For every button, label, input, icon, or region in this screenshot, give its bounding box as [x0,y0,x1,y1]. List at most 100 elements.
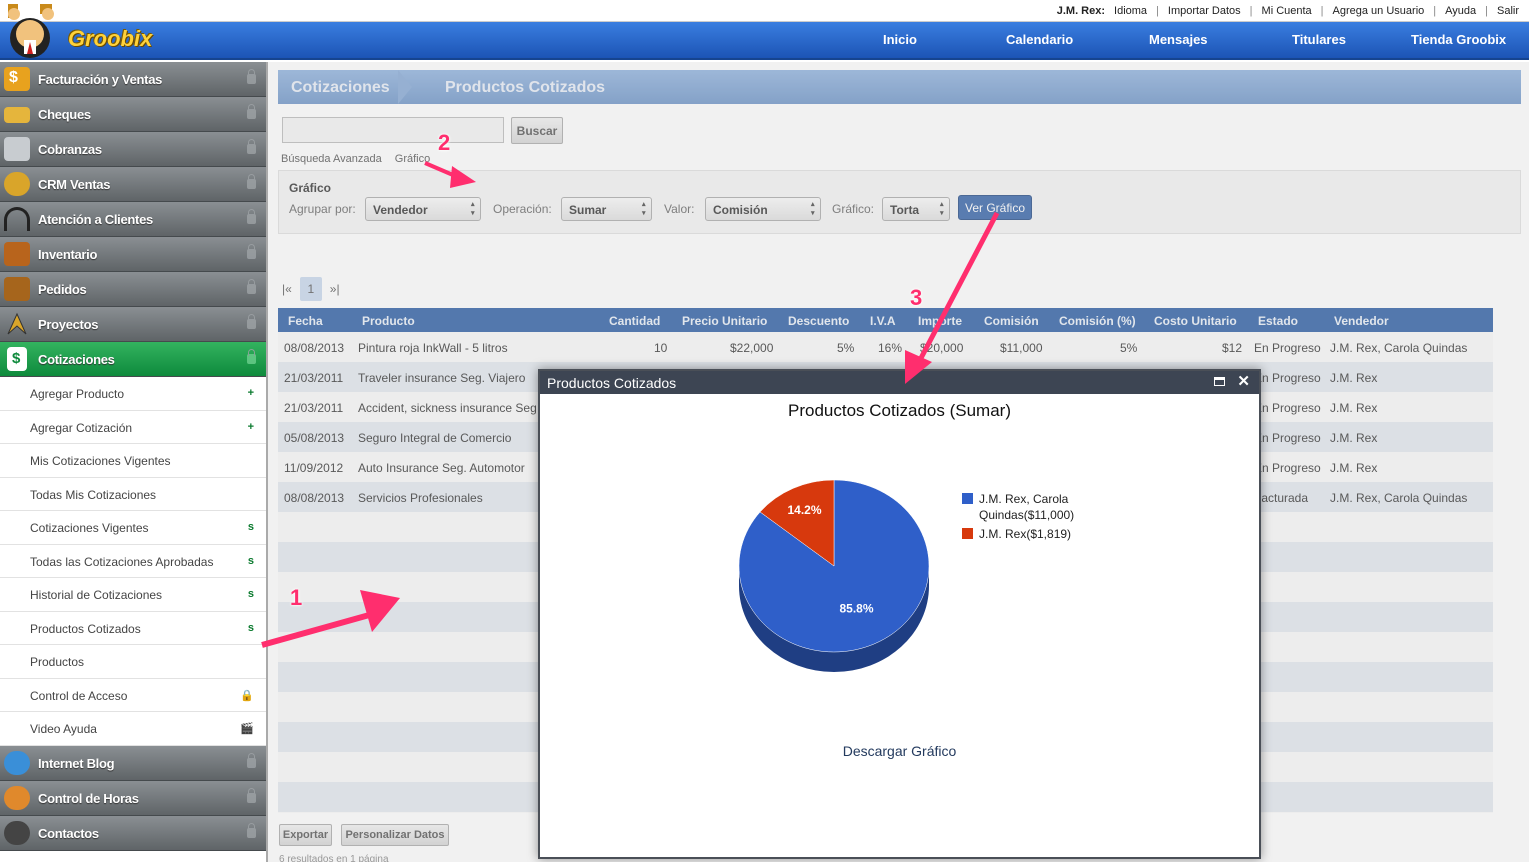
top-links: J.M. Rex: Idioma | Importar Datos | Mi Cue… [1057,5,1519,17]
money-icon: $ [4,67,30,91]
sidebar-item-cotizaciones-aprobadas[interactable]: Todas las Cotizaciones Aprobadas s [0,545,266,578]
annotation-label-3: 3 [910,285,923,310]
sidebar-section-label: Cotizaciones [38,352,115,367]
sidebar-item-video-ayuda[interactable]: Video Ayuda 🎬 [0,712,266,746]
sidebar-item-agregar-producto[interactable]: Agregar Producto + [0,377,266,411]
globe-icon [4,750,30,775]
maximize-icon[interactable] [1214,377,1225,386]
separator: | [1320,5,1324,17]
nav-tienda[interactable]: Tienda Groobix [1411,32,1506,47]
lock-icon [247,244,256,259]
annotation-label-2: 2 [438,130,451,155]
top-link-ayuda[interactable]: Ayuda [1445,5,1476,17]
supervisor-mark: s [247,588,254,600]
sidebar-item-label: Todas las Cotizaciones Aprobadas [30,554,214,569]
headset-icon [4,207,30,231]
sidebar-item-todas-mis-cotizaciones[interactable]: Todas Mis Cotizaciones [0,478,266,511]
sidebar-section-pedidos[interactable]: Pedidos [0,272,266,307]
sidebar-section-crm[interactable]: CRM Ventas [0,167,266,202]
lock-icon [247,279,256,294]
lock-icon [247,787,256,803]
pie-data-label-1: 14.2% [787,503,821,517]
lock-icon [247,209,256,224]
quote-icon: $ [7,347,27,371]
sidebar-item-mis-cotizaciones-vigentes[interactable]: Mis Cotizaciones Vigentes [0,444,266,478]
nav-inicio[interactable]: Inicio [883,32,917,47]
sidebar-item-cotizaciones-vigentes[interactable]: Cotizaciones Vigentes s [0,511,266,545]
nav-calendario[interactable]: Calendario [1006,32,1073,47]
sidebar-item-productos[interactable]: Productos [0,645,266,679]
sidebar-item-label: Cotizaciones Vigentes [30,521,149,535]
sidebar-item-label: Mis Cotizaciones Vigentes [30,454,171,468]
sidebar-section-label: Inventario [38,247,98,262]
legend-swatch-0 [962,493,973,504]
legend-swatch-1 [962,528,973,539]
sidebar-section-atencion[interactable]: Atención a Clientes [0,202,266,237]
sidebar-item-label: Productos [30,655,85,669]
sidebar-item-agregar-cotizacion[interactable]: Agregar Cotización + [0,411,266,444]
top-strip: J.M. Rex: Idioma | Importar Datos | Mi Cue… [0,0,1529,22]
clock-icon [4,785,30,810]
sidebar-section-cobranzas[interactable]: Cobranzas [0,132,266,167]
sidebar-item-label: Historial de Cotizaciones [30,588,163,602]
sidebar-section-internet-blog[interactable]: Internet Blog [0,745,266,781]
top-link-importar[interactable]: Importar Datos [1168,5,1241,17]
sidebar-section-label: Internet Blog [38,755,115,771]
sidebar-section-inventario[interactable]: Inventario [0,237,266,272]
supervisor-mark: s [247,521,254,533]
lock-icon [247,69,256,84]
nav-mensajes[interactable]: Mensajes [1149,32,1208,47]
sidebar-section-facturacion[interactable]: $ Facturación y Ventas [0,62,266,97]
modal-title: Productos Cotizados [547,375,677,391]
modal-header: Productos Cotizados ✕ [540,371,1259,394]
sidebar-section-label: Facturación y Ventas [38,72,163,87]
sidebar-section-control-horas[interactable]: Control de Horas [0,780,266,816]
sidebar-section-contactos[interactable]: Contactos [0,815,266,851]
lock-icon: 🔒 [240,689,254,702]
download-chart-link[interactable]: Descargar Gráfico [540,743,1259,759]
cash-register-icon [4,137,30,161]
lock-icon [247,822,256,838]
top-link-salir[interactable]: Salir [1497,5,1519,17]
top-link-agrega-usuario[interactable]: Agrega un Usuario [1333,5,1425,17]
top-link-idioma[interactable]: Idioma [1114,5,1147,17]
sidebar-item-productos-cotizados[interactable]: Productos Cotizados s [0,612,266,645]
sidebar-item-label: Video Ayuda [30,722,97,736]
sidebar-section-cotizaciones[interactable]: $ Cotizaciones [0,342,266,377]
coins-icon [4,172,30,196]
sidebar-item-control-acceso[interactable]: Control de Acceso 🔒 [0,679,266,712]
sidebar-section-label: Cheques [38,107,91,122]
close-icon[interactable]: ✕ [1237,372,1250,390]
sidebar-section-label: Control de Horas [38,790,139,806]
sidebar-section-proyectos[interactable]: Proyectos [0,307,266,342]
sidebar-item-label: Agregar Producto [30,387,125,401]
separator: | [1433,5,1437,17]
lock-icon [247,314,256,329]
supervisor-mark: s [247,621,254,634]
sidebar-section-label: Contactos [38,825,99,841]
sidebar-item-label: Control de Acceso [30,688,128,703]
sidebar-section-label: Pedidos [38,282,87,297]
pie-data-label-0: 85.8% [840,602,874,616]
legend-label: J.M. Rex($1,819) [979,527,1072,541]
sidebar-section-cheques[interactable]: Cheques [0,97,266,132]
lock-icon [247,174,256,189]
chart-modal: Productos Cotizados ✕ Productos Cotizado… [538,369,1261,859]
add-mark: + [247,420,254,433]
mascot-icon [8,4,54,58]
separator: | [1249,5,1253,17]
sidebar-item-label: Todas Mis Cotizaciones [30,487,157,502]
supervisor-mark: s [247,554,254,567]
brand-logo[interactable]: Groobix [0,0,180,60]
current-user: J.M. Rex: [1056,5,1106,17]
sidebar-section-label: Cobranzas [38,142,102,157]
top-link-mi-cuenta[interactable]: Mi Cuenta [1262,5,1312,17]
sidebar-item-label: Agregar Cotización [30,420,133,435]
brand-name: Groobix [68,26,153,51]
legend-label: J.M. Rex, Carola Quindas($11,000) [979,492,1075,522]
separator: | [1156,5,1159,17]
sidebar-item-historial[interactable]: Historial de Cotizaciones s [0,578,266,612]
compass-icon [4,312,30,336]
lock-icon [247,349,256,364]
nav-titulares[interactable]: Titulares [1292,32,1346,47]
